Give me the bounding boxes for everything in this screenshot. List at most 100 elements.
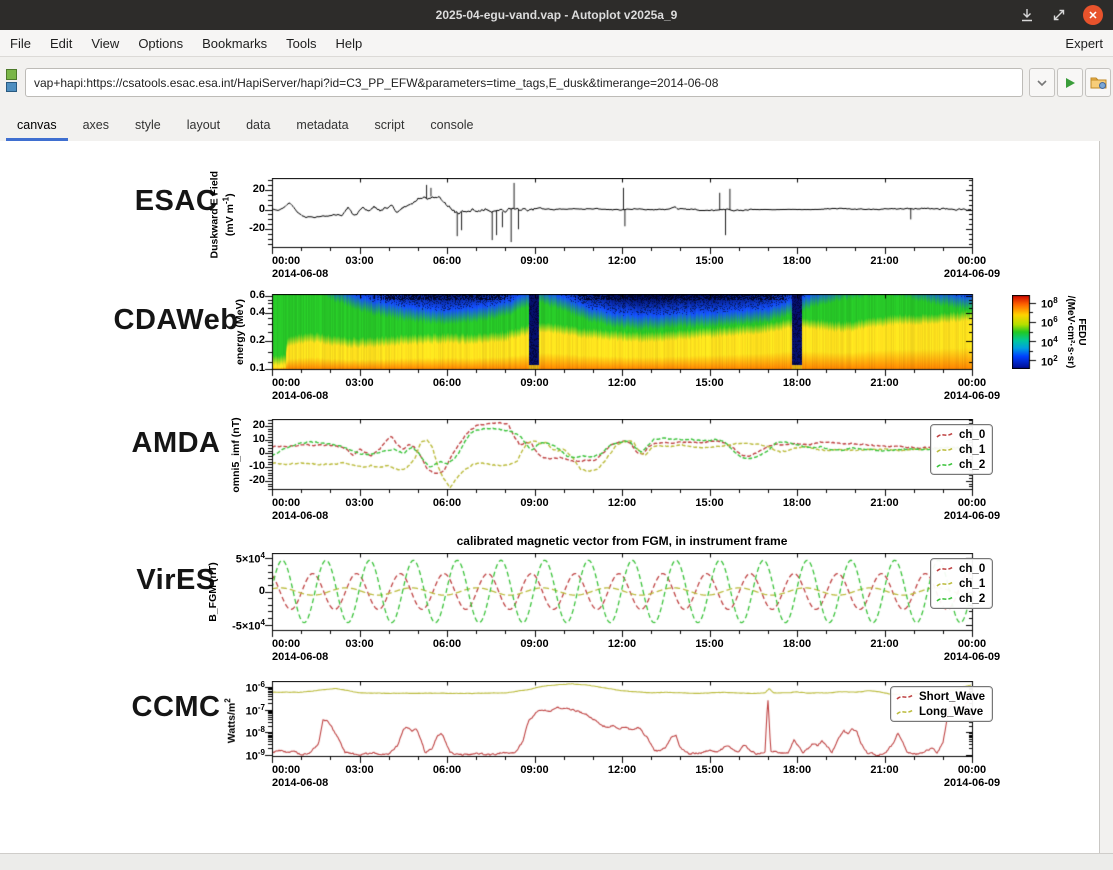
legend-entry-ch_1: ch_1 bbox=[935, 442, 985, 457]
plot-ccmc[interactable] bbox=[262, 681, 982, 766]
x-tick-label: 12:00 bbox=[608, 638, 636, 651]
y-tick-label: 0.1 bbox=[193, 362, 265, 374]
x-tick-label: 03:00 bbox=[345, 764, 373, 777]
x-tick-label: 09:00 bbox=[520, 497, 548, 510]
x-tick-label: 12:00 bbox=[608, 255, 636, 268]
x-tick-label: 03:00 bbox=[345, 638, 373, 651]
y-tick-label: 0 bbox=[193, 585, 265, 597]
x-tick-label: 06:00 bbox=[433, 377, 461, 390]
legend-line-sample bbox=[895, 691, 915, 703]
colorbar-tick-label: 108 bbox=[1041, 296, 1058, 311]
legend-entry-Long_Wave: Long_Wave bbox=[895, 704, 985, 719]
plot-vires[interactable] bbox=[262, 553, 982, 640]
x-tick-label: 15:00 bbox=[695, 638, 723, 651]
x-tick-label: 00:002014-06-08 bbox=[272, 255, 328, 281]
ylabel-ccmc: Watts/m2 bbox=[222, 636, 238, 806]
x-tick-label: 12:00 bbox=[608, 497, 636, 510]
x-tick-label: 00:002014-06-09 bbox=[944, 497, 1000, 523]
y-tick-label: 0 bbox=[193, 446, 265, 458]
legend-label: Long_Wave bbox=[919, 706, 983, 718]
x-tick-label: 00:002014-06-08 bbox=[272, 377, 328, 403]
legend-vires: ch_0 ch_1 ch_2 bbox=[930, 558, 993, 609]
x-tick-label: 09:00 bbox=[520, 764, 548, 777]
x-tick-label: 15:00 bbox=[695, 497, 723, 510]
x-tick-label: 15:00 bbox=[695, 764, 723, 777]
x-tick-label: 18:00 bbox=[783, 497, 811, 510]
x-tick-label: 21:00 bbox=[870, 497, 898, 510]
x-tick-label: 03:00 bbox=[345, 377, 373, 390]
x-tick-label: 21:00 bbox=[870, 255, 898, 268]
x-tick-label: 21:00 bbox=[870, 764, 898, 777]
x-tick-label: 00:002014-06-09 bbox=[944, 255, 1000, 281]
y-tick-label: -20 bbox=[193, 222, 265, 234]
x-tick-label: 12:00 bbox=[608, 377, 636, 390]
colorbar-tick-label: 106 bbox=[1041, 315, 1058, 330]
x-tick-label: 03:00 bbox=[345, 497, 373, 510]
legend-label: Short_Wave bbox=[919, 691, 985, 703]
colorbar-tick-label: 102 bbox=[1041, 354, 1058, 369]
legend-line-sample bbox=[935, 444, 955, 456]
colorbar-tick-label: 104 bbox=[1041, 335, 1058, 350]
y-tick-label: 20 bbox=[193, 183, 265, 195]
x-tick-label: 00:002014-06-08 bbox=[272, 497, 328, 523]
legend-entry-ch_2: ch_2 bbox=[935, 457, 985, 472]
plot-esac[interactable] bbox=[262, 178, 982, 257]
legend-entry-ch_0: ch_0 bbox=[935, 427, 985, 442]
legend-label: ch_1 bbox=[959, 444, 985, 456]
y-tick-label: 10-8 bbox=[193, 725, 265, 740]
plot-amda[interactable] bbox=[262, 419, 982, 499]
legend-entry-ch_0: ch_0 bbox=[935, 561, 985, 576]
x-tick-label: 03:00 bbox=[345, 255, 373, 268]
legend-line-sample bbox=[935, 593, 955, 605]
y-tick-label: 10-9 bbox=[193, 748, 265, 763]
legend-entry-ch_1: ch_1 bbox=[935, 576, 985, 591]
status-bar bbox=[0, 853, 1113, 870]
x-tick-label: 06:00 bbox=[433, 255, 461, 268]
ylabel-esac: Duskward E Field(mV m-1) bbox=[208, 130, 236, 300]
legend-line-sample bbox=[935, 459, 955, 471]
x-tick-label: 00:002014-06-08 bbox=[272, 638, 328, 664]
y-tick-label: 0 bbox=[193, 203, 265, 215]
legend-amda: ch_0 ch_1 ch_2 bbox=[930, 424, 993, 475]
x-tick-label: 21:00 bbox=[870, 638, 898, 651]
y-tick-label: -20 bbox=[193, 474, 265, 486]
x-tick-label: 06:00 bbox=[433, 497, 461, 510]
legend-entry-Short_Wave: Short_Wave bbox=[895, 689, 985, 704]
legend-label: ch_0 bbox=[959, 563, 985, 575]
y-tick-label: -5×104 bbox=[193, 618, 265, 633]
legend-line-sample bbox=[935, 429, 955, 441]
plot-cdaweb[interactable] bbox=[262, 294, 982, 379]
y-tick-label: 0.4 bbox=[193, 306, 265, 318]
x-tick-label: 12:00 bbox=[608, 764, 636, 777]
y-tick-label: 5×104 bbox=[193, 551, 265, 566]
x-tick-label: 21:00 bbox=[870, 377, 898, 390]
y-tick-label: 10-7 bbox=[193, 703, 265, 718]
x-tick-label: 00:002014-06-09 bbox=[944, 638, 1000, 664]
x-tick-label: 06:00 bbox=[433, 638, 461, 651]
x-tick-label: 00:002014-06-09 bbox=[944, 764, 1000, 790]
legend-label: ch_2 bbox=[959, 593, 985, 605]
legend-label: ch_1 bbox=[959, 578, 985, 590]
x-tick-label: 18:00 bbox=[783, 764, 811, 777]
y-tick-label: 10 bbox=[193, 433, 265, 445]
colorbar-cdaweb bbox=[1012, 295, 1038, 369]
x-tick-label: 00:002014-06-09 bbox=[944, 377, 1000, 403]
y-tick-label: 0.6 bbox=[193, 289, 265, 301]
colorbar-axis-label: FEDU/(MeV·cm²·s·sr) bbox=[1065, 277, 1087, 387]
x-tick-label: 15:00 bbox=[695, 255, 723, 268]
legend-line-sample bbox=[895, 706, 915, 718]
x-tick-label: 09:00 bbox=[520, 377, 548, 390]
x-tick-label: 00:002014-06-08 bbox=[272, 764, 328, 790]
plot-title-vires: calibrated magnetic vector from FGM, in … bbox=[457, 534, 788, 548]
legend-label: ch_0 bbox=[959, 429, 985, 441]
legend-line-sample bbox=[935, 563, 955, 575]
x-tick-label: 15:00 bbox=[695, 377, 723, 390]
x-tick-label: 06:00 bbox=[433, 764, 461, 777]
y-tick-label: 20 bbox=[193, 419, 265, 431]
plots-overlay: ESACDuskward E Field(mV m-1)200-2000:002… bbox=[0, 0, 1113, 870]
x-tick-label: 09:00 bbox=[520, 255, 548, 268]
x-tick-label: 18:00 bbox=[783, 255, 811, 268]
legend-entry-ch_2: ch_2 bbox=[935, 591, 985, 606]
legend-label: ch_2 bbox=[959, 459, 985, 471]
x-tick-label: 18:00 bbox=[783, 377, 811, 390]
